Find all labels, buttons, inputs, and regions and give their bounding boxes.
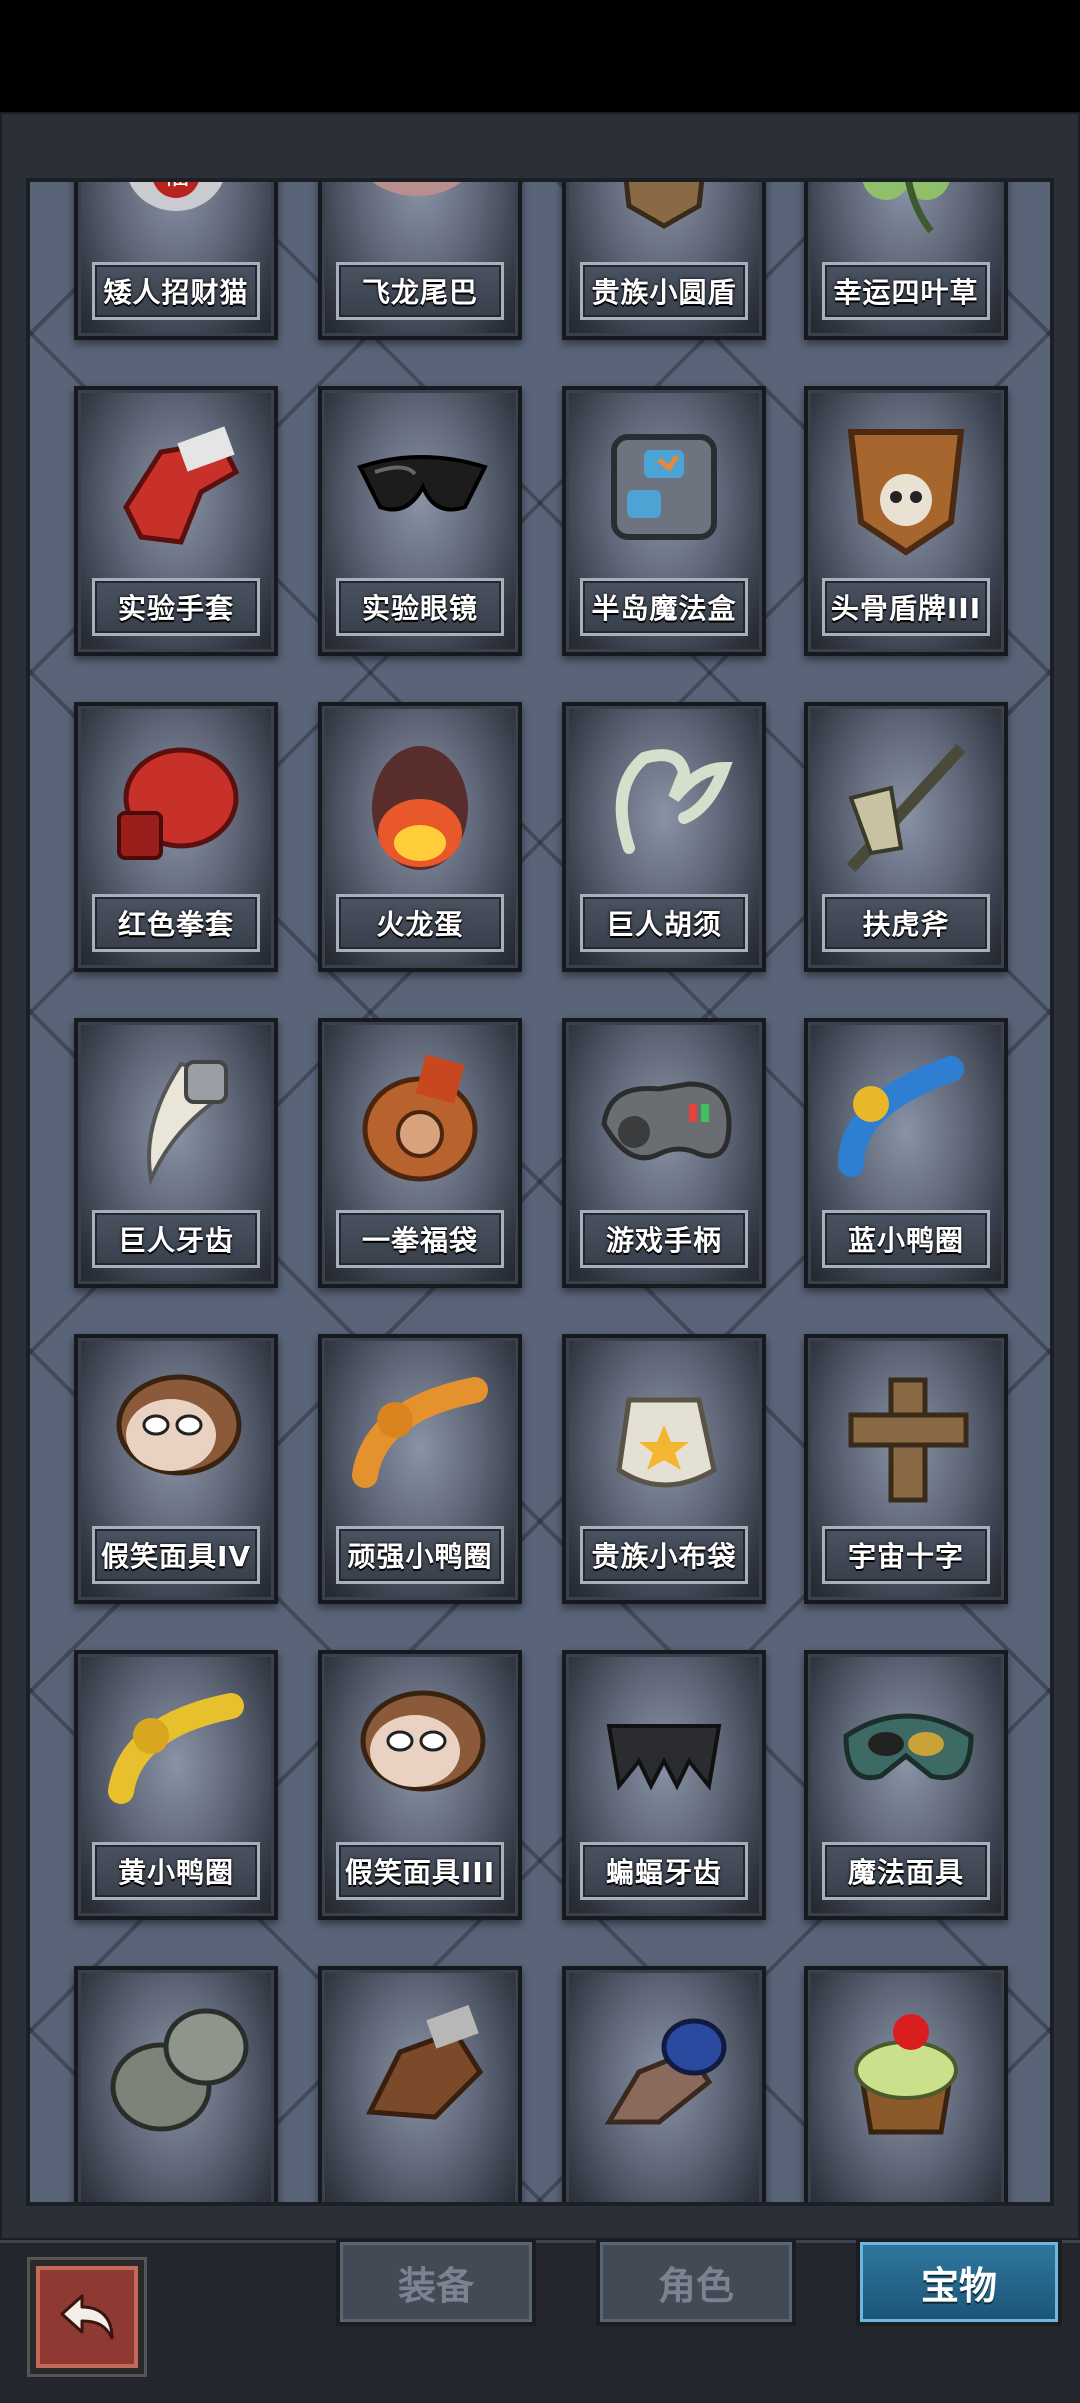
tab-treasure[interactable]: 宝物 (856, 2238, 1062, 2326)
treasure-card[interactable] (318, 1966, 522, 2202)
treasure-card[interactable]: 实验眼镜 (318, 386, 522, 656)
yellow-duck-ring-icon (108, 1693, 244, 1804)
back-button[interactable] (30, 2260, 144, 2374)
treasure-label: 火龙蛋 (336, 894, 504, 952)
treasure-label: 顽强小鸭圈 (336, 1526, 504, 1584)
treasure-label: 幸运四叶草 (822, 262, 990, 320)
treasure-card[interactable]: 假笑面具IV (74, 1334, 278, 1604)
cupcake-icon (854, 2014, 958, 2135)
treasure-grid[interactable]: 福矮人招财猫飞龙尾巴贵族小圆盾幸运四叶草实验手套实验眼镜半岛魔法盒头骨盾牌III… (26, 178, 1054, 2206)
treasure-label: 头骨盾牌III (822, 578, 990, 636)
grin-mask-icon (116, 1374, 242, 1476)
treasure-card[interactable]: 幸运四叶草 (804, 182, 1008, 340)
giant-beard-icon (615, 749, 733, 854)
fur-glove-icon (366, 2005, 484, 2120)
gamepad-icon (601, 1081, 732, 1161)
treasure-label: 巨人牙齿 (92, 1210, 260, 1268)
treasure-label: 实验手套 (92, 578, 260, 636)
treasure-card[interactable] (74, 1966, 278, 2202)
treasure-card[interactable]: 飞龙尾巴 (318, 182, 522, 340)
dragon-tail-icon (372, 182, 462, 196)
status-bar-area (0, 0, 1080, 112)
dragon-egg-icon (372, 746, 468, 870)
magic-mask-icon (843, 1713, 974, 1780)
treasure-card[interactable]: 蓝小鸭圈 (804, 1018, 1008, 1288)
treasure-label: 假笑面具IV (92, 1526, 260, 1584)
orange-duck-ring-icon (352, 1377, 488, 1488)
treasure-label: 黄小鸭圈 (92, 1842, 260, 1900)
treasure-card[interactable]: 黄小鸭圈 (74, 1650, 278, 1920)
treasure-label: 贵族小布袋 (580, 1526, 748, 1584)
giant-tooth-icon (147, 1060, 228, 1186)
treasure-label: 贵族小圆盾 (580, 262, 748, 320)
treasure-card[interactable]: 头骨盾牌III (804, 386, 1008, 656)
treasure-label: 飞龙尾巴 (336, 262, 504, 320)
treasure-card[interactable]: 贵族小圆盾 (562, 182, 766, 340)
treasure-label: 宇宙十字 (822, 1526, 990, 1584)
treasure-card[interactable]: 红色拳套 (74, 702, 278, 972)
four-leaf-clover-icon (862, 182, 950, 234)
small-shield-icon (623, 182, 705, 229)
lucky-cat-icon: 福 (129, 178, 223, 211)
treasure-card[interactable]: 假笑面具III (318, 1650, 522, 1920)
treasure-card[interactable]: 贵族小布袋 (562, 1334, 766, 1604)
cosmic-cross-icon (848, 1377, 969, 1503)
back-arrow-icon (60, 2294, 114, 2340)
grin-mask-icon (360, 1690, 486, 1792)
treasure-label: 矮人招财猫 (92, 262, 260, 320)
treasure-card[interactable]: 魔法面具 (804, 1650, 1008, 1920)
treasure-card[interactable]: 扶虎斧 (804, 702, 1008, 972)
axe-icon (846, 743, 966, 873)
tab-equipment[interactable]: 装备 (336, 2238, 536, 2326)
treasure-label: 红色拳套 (92, 894, 260, 952)
treasure-label: 实验眼镜 (336, 578, 504, 636)
treasure-label: 巨人胡须 (580, 894, 748, 952)
treasure-label: 蓝小鸭圈 (822, 1210, 990, 1268)
treasure-card[interactable]: 巨人牙齿 (74, 1018, 278, 1288)
lab-glasses-icon (357, 455, 488, 512)
bat-teeth-icon (606, 1724, 722, 1791)
treasure-card[interactable] (804, 1966, 1008, 2202)
lab-glove-icon (123, 426, 240, 545)
treasure-label: 蝙蝠牙齿 (580, 1842, 748, 1900)
treasure-label: 假笑面具III (336, 1842, 504, 1900)
treasure-card[interactable]: 游戏手柄 (562, 1018, 766, 1288)
magic-box-icon (611, 434, 717, 540)
blue-duck-ring-icon (838, 1056, 964, 1177)
skull-shield-icon (847, 429, 965, 556)
treasure-card[interactable]: 火龙蛋 (318, 702, 522, 972)
treasure-label: 游戏手柄 (580, 1210, 748, 1268)
treasure-card[interactable]: 顽强小鸭圈 (318, 1334, 522, 1604)
treasure-card[interactable]: 巨人胡须 (562, 702, 766, 972)
treasure-label: 魔法面具 (822, 1842, 990, 1900)
boxing-glove-icon (117, 747, 239, 860)
treasure-card[interactable]: 蝙蝠牙齿 (562, 1650, 766, 1920)
treasure-card[interactable] (562, 1966, 766, 2202)
treasure-card[interactable]: 实验手套 (74, 386, 278, 656)
treasure-label: 一拳福袋 (336, 1210, 504, 1268)
fist-bag-icon (362, 1054, 478, 1182)
treasure-label: 扶虎斧 (822, 894, 990, 952)
spiked-gauntlet-icon (604, 2018, 727, 2125)
treasure-card[interactable]: 福矮人招财猫 (74, 178, 278, 340)
noble-pouch-icon (616, 1397, 717, 1488)
svg-text:福: 福 (163, 178, 189, 191)
tab-character[interactable]: 角色 (596, 2238, 796, 2326)
treasure-card[interactable]: 一拳福袋 (318, 1018, 522, 1288)
treasure-label: 半岛魔法盒 (580, 578, 748, 636)
treasure-card[interactable]: 半岛魔法盒 (562, 386, 766, 656)
armor-gauntlet-icon (110, 2008, 249, 2132)
treasure-card[interactable]: 宇宙十字 (804, 1334, 1008, 1604)
